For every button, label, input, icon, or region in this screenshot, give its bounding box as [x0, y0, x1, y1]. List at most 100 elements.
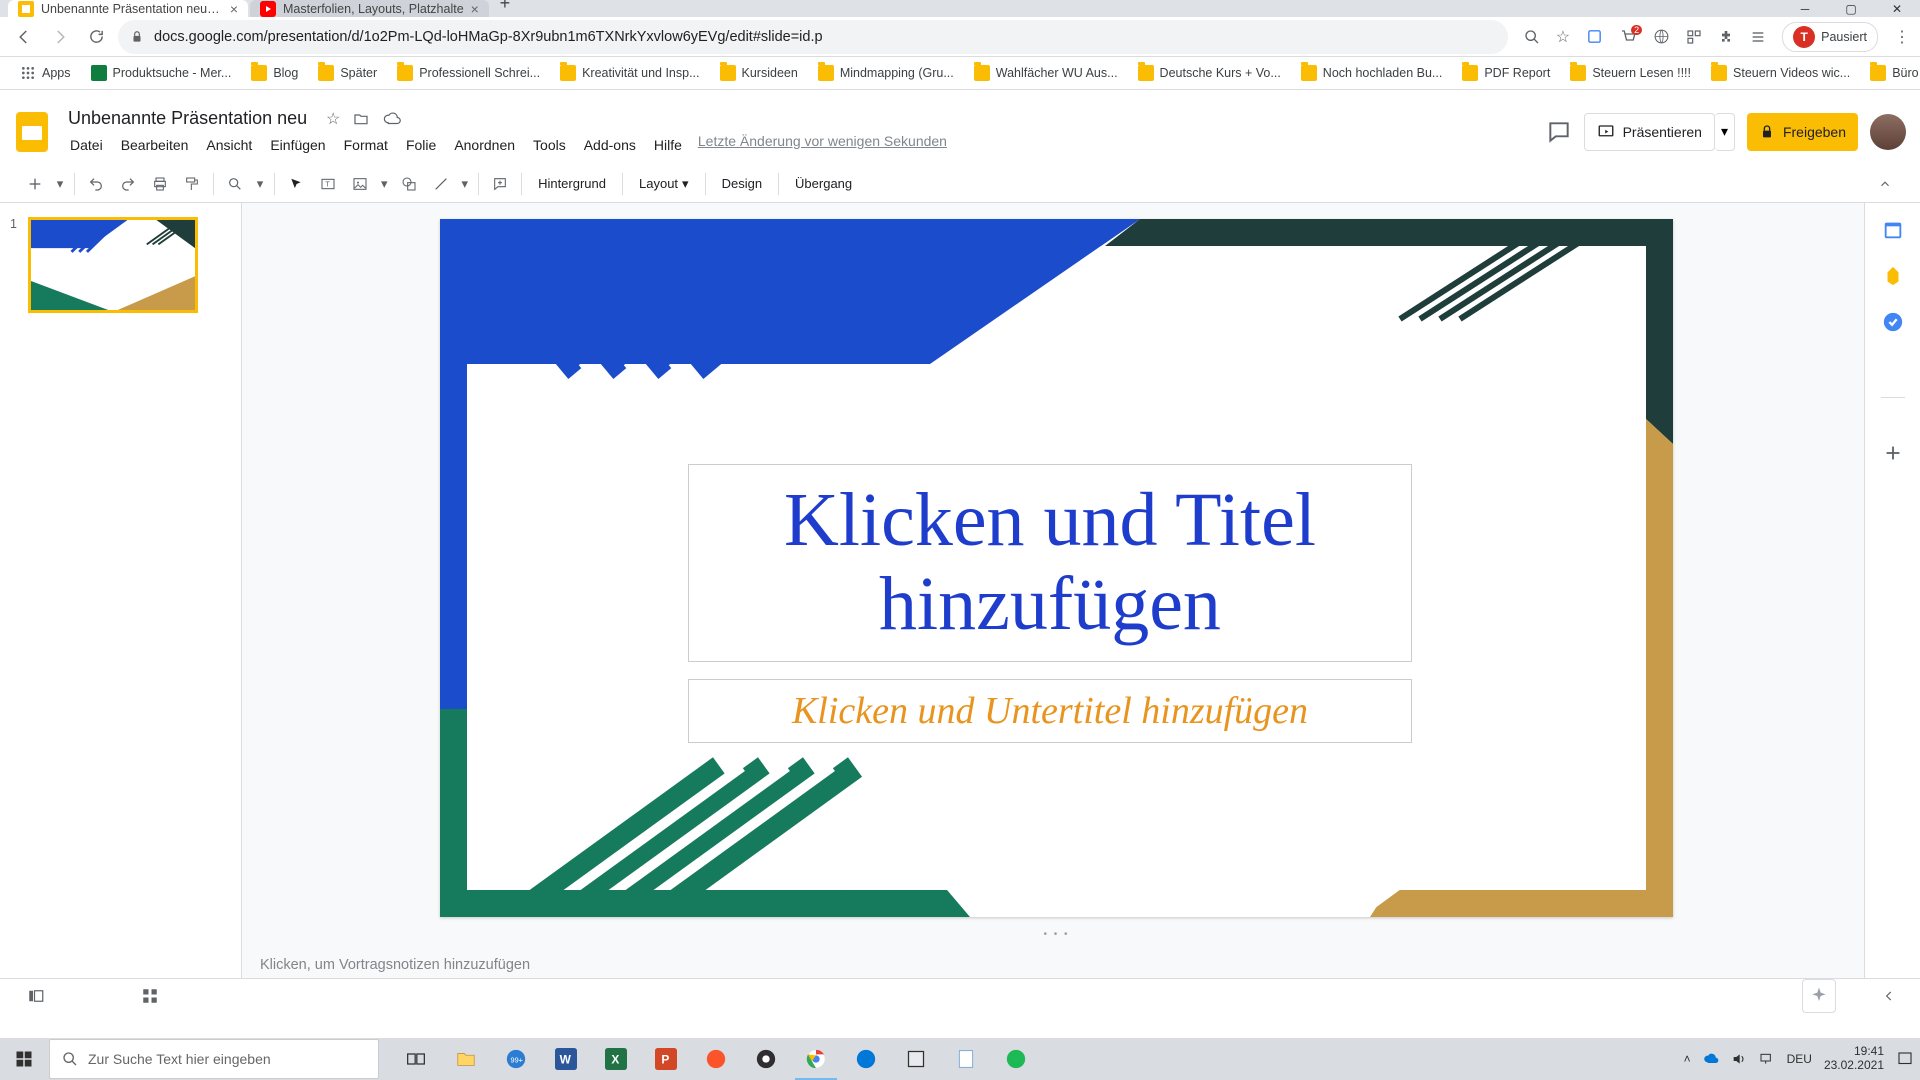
brave-icon[interactable]: [691, 1038, 741, 1080]
grid-view-icon[interactable]: [138, 984, 162, 1008]
edge-icon[interactable]: [841, 1038, 891, 1080]
slides-logo-icon[interactable]: [10, 110, 54, 154]
bookmark-item[interactable]: Wahlfächer WU Aus...: [966, 61, 1126, 85]
new-slide-button[interactable]: [20, 170, 50, 198]
minimize-button[interactable]: ─: [1782, 0, 1828, 17]
taskbar-search[interactable]: Zur Suche Text hier eingeben: [49, 1039, 379, 1079]
spotify-icon[interactable]: [991, 1038, 1041, 1080]
cloud-icon[interactable]: [383, 110, 403, 128]
bookmark-item[interactable]: Später: [310, 61, 385, 85]
bookmark-item[interactable]: Kursideen: [712, 61, 806, 85]
apps-button[interactable]: Apps: [12, 61, 79, 85]
zoom-indicator-icon[interactable]: [1524, 29, 1540, 45]
tray-chevron-icon[interactable]: ˄: [1684, 1052, 1691, 1066]
keep-icon[interactable]: [1882, 265, 1904, 287]
explore-button[interactable]: [1802, 979, 1836, 1013]
browser-tab-active[interactable]: Unbenannte Präsentation neu - C ×: [8, 0, 248, 17]
app-icon[interactable]: [891, 1038, 941, 1080]
select-tool[interactable]: [281, 170, 311, 198]
bookmark-item[interactable]: Professionell Schrei...: [389, 61, 548, 85]
menu-folie[interactable]: Folie: [398, 133, 444, 157]
menu-anordnen[interactable]: Anordnen: [446, 133, 523, 157]
slide[interactable]: Klicken und Titel hinzufügen Klicken und…: [440, 219, 1673, 917]
share-button[interactable]: Freigeben: [1747, 113, 1858, 151]
maximize-button[interactable]: ▢: [1828, 0, 1874, 17]
cart-icon[interactable]: 2: [1619, 28, 1637, 46]
speaker-notes-splitter[interactable]: • • •: [440, 927, 1673, 941]
close-window-button[interactable]: ✕: [1874, 0, 1920, 17]
bookmark-item[interactable]: Steuern Videos wic...: [1703, 61, 1858, 85]
calendar-icon[interactable]: [1882, 219, 1904, 241]
bookmark-item[interactable]: Noch hochladen Bu...: [1293, 61, 1451, 85]
task-view-icon[interactable]: [391, 1038, 441, 1080]
transition-button[interactable]: Übergang: [785, 170, 862, 198]
present-dropdown[interactable]: ▾: [1715, 113, 1735, 151]
subtitle-placeholder[interactable]: Klicken und Untertitel hinzufügen: [688, 679, 1412, 743]
image-dropdown[interactable]: ▾: [377, 170, 392, 198]
reload-button[interactable]: [82, 23, 110, 51]
account-avatar[interactable]: [1870, 114, 1906, 150]
menu-bearbeiten[interactable]: Bearbeiten: [113, 133, 197, 157]
shape-tool[interactable]: [394, 170, 424, 198]
browser-menu-icon[interactable]: ⋮: [1894, 27, 1910, 47]
canvas-area[interactable]: Klicken und Titel hinzufügen Klicken und…: [242, 203, 1864, 978]
notepad-icon[interactable]: [941, 1038, 991, 1080]
bookmark-item[interactable]: Kreativität und Insp...: [552, 61, 707, 85]
profile-pause-pill[interactable]: T Pausiert: [1782, 22, 1878, 52]
tasks-icon[interactable]: [1882, 311, 1904, 333]
menu-hilfe[interactable]: Hilfe: [646, 133, 690, 157]
menu-format[interactable]: Format: [336, 133, 396, 157]
title-placeholder[interactable]: Klicken und Titel hinzufügen: [688, 464, 1412, 662]
bookmark-item[interactable]: Büro: [1862, 61, 1920, 85]
bookmark-item[interactable]: Mindmapping (Gru...: [810, 61, 962, 85]
tab-close-icon[interactable]: ×: [230, 1, 238, 17]
comment-tool[interactable]: [485, 170, 515, 198]
add-addon-icon[interactable]: [1882, 442, 1904, 464]
powerpoint-icon[interactable]: P: [641, 1038, 691, 1080]
zoom-dropdown[interactable]: ▾: [252, 170, 268, 198]
reader-icon[interactable]: [1586, 28, 1603, 45]
globe-icon[interactable]: [1653, 28, 1670, 45]
chrome-icon[interactable]: [791, 1038, 841, 1080]
new-tab-button[interactable]: +: [491, 0, 519, 17]
reading-list-icon[interactable]: [1750, 29, 1766, 45]
zoom-button[interactable]: [220, 170, 250, 198]
layout-button[interactable]: Layout ▾: [629, 170, 699, 198]
network-icon[interactable]: [1759, 1051, 1775, 1067]
menu-addons[interactable]: Add-ons: [576, 133, 644, 157]
line-dropdown[interactable]: ▾: [458, 170, 473, 198]
textbox-tool[interactable]: T: [313, 170, 343, 198]
print-button[interactable]: [145, 170, 175, 198]
present-button[interactable]: Präsentieren: [1584, 113, 1715, 151]
image-tool[interactable]: [345, 170, 375, 198]
browser-tab-inactive[interactable]: Masterfolien, Layouts, Platzhalte ×: [250, 0, 489, 17]
menu-tools[interactable]: Tools: [525, 133, 574, 157]
slide-thumbnail[interactable]: [28, 217, 198, 313]
clock[interactable]: 19:41 23.02.2021: [1824, 1045, 1884, 1073]
notifications-icon[interactable]: [1896, 1050, 1914, 1068]
extensions-icon[interactable]: [1718, 29, 1734, 45]
menu-datei[interactable]: Datei: [62, 133, 111, 157]
start-button[interactable]: [0, 1038, 48, 1080]
language-indicator[interactable]: DEU: [1787, 1052, 1812, 1066]
design-button[interactable]: Design: [712, 170, 772, 198]
new-slide-dropdown[interactable]: ▾: [52, 170, 68, 198]
word-icon[interactable]: W: [541, 1038, 591, 1080]
bookmark-item[interactable]: Steuern Lesen !!!!: [1562, 61, 1699, 85]
bookmark-item[interactable]: Blog: [243, 61, 306, 85]
collapse-toolbar-icon[interactable]: [1870, 170, 1900, 198]
bookmark-item[interactable]: Deutsche Kurs + Vo...: [1130, 61, 1289, 85]
doc-title[interactable]: Unbenannte Präsentation neu: [62, 106, 313, 131]
menu-einfuegen[interactable]: Einfügen: [262, 133, 333, 157]
move-icon[interactable]: [353, 111, 373, 127]
comments-icon[interactable]: [1546, 119, 1572, 145]
address-bar[interactable]: docs.google.com/presentation/d/1o2Pm-LQd…: [118, 20, 1508, 54]
background-button[interactable]: Hintergrund: [528, 170, 616, 198]
filmstrip-view-icon[interactable]: [24, 984, 48, 1008]
volume-icon[interactable]: [1731, 1051, 1747, 1067]
onedrive-icon[interactable]: [1703, 1051, 1719, 1067]
menu-ansicht[interactable]: Ansicht: [198, 133, 260, 157]
edge-legacy-icon[interactable]: 99+: [491, 1038, 541, 1080]
expand-side-panel-icon[interactable]: [1882, 989, 1896, 1003]
last-edit-text[interactable]: Letzte Änderung vor wenigen Sekunden: [698, 133, 947, 157]
